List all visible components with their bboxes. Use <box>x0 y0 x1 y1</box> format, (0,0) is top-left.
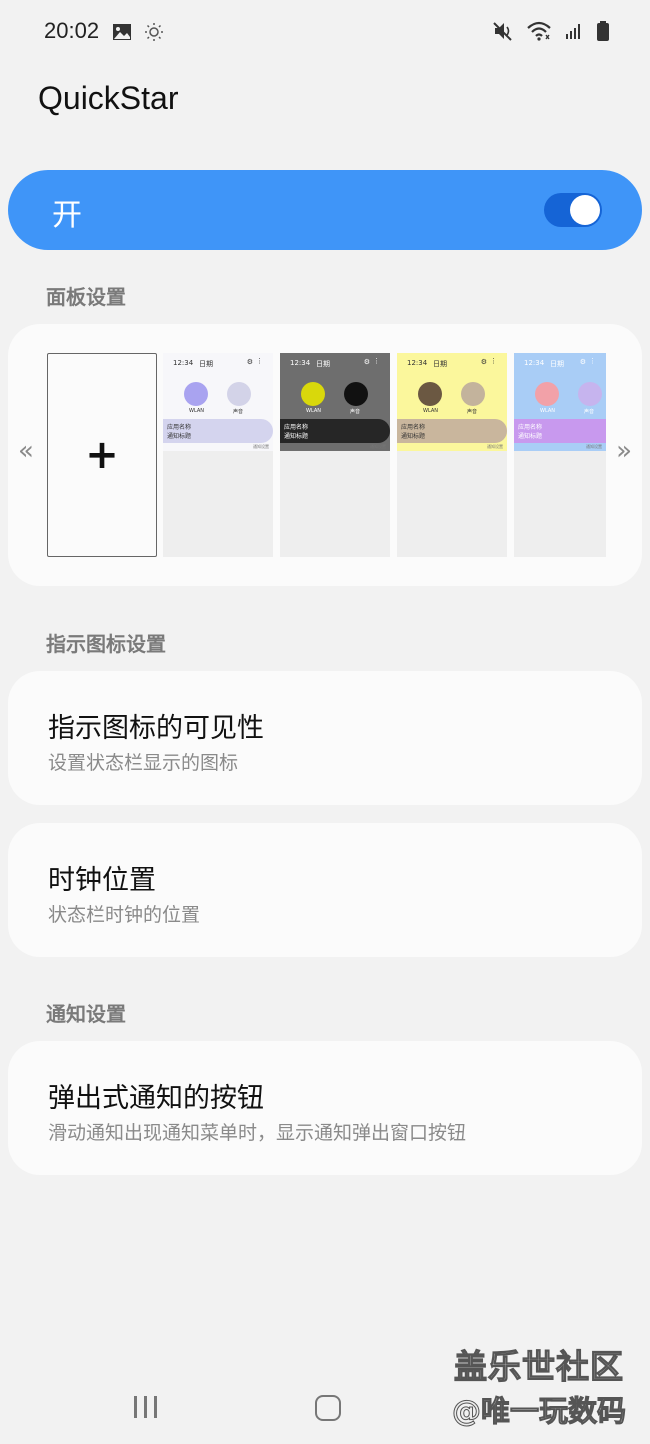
chevron-left-icon[interactable]: « <box>18 436 34 466</box>
mute-icon <box>493 22 512 41</box>
gear-icon: ⚙ <box>246 358 253 366</box>
wifi-icon <box>184 382 208 406</box>
sound-label: 声音 <box>467 409 478 415</box>
app-title: QuickStar <box>38 80 179 116</box>
notif-app-name: 应用名称 <box>167 424 192 431</box>
add-theme-button[interactable]: + <box>47 353 157 557</box>
theme-time: 12:34 <box>290 359 311 367</box>
section-header-panel: 面板设置 <box>46 285 126 309</box>
volume-icon <box>227 382 251 406</box>
theme-option[interactable]: 12:34 日期 ⚙ ⋮ WLAN 声音应用名称通知标题通知设置 <box>280 353 390 557</box>
theme-time: 12:34 <box>173 359 194 367</box>
section-header-indicator: 指示图标设置 <box>46 632 166 656</box>
notif-settings-label: 通知设置 <box>487 444 503 449</box>
item-title: 弹出式通知的按钮 <box>48 1083 264 1114</box>
status-right-icons <box>492 20 610 42</box>
sound-label: 声音 <box>233 409 244 415</box>
theme-preview: 12:34 日期 ⚙ ⋮ WLAN 声音应用名称通知标题通知设置 <box>397 353 507 451</box>
list-item-popup-button[interactable]: 弹出式通知的按钮 滑动通知出现通知菜单时，显示通知弹出窗口按钮 <box>8 1041 642 1175</box>
theme-time: 12:34 <box>524 359 545 367</box>
notif-app-name: 应用名称 <box>284 424 309 431</box>
wifi-icon <box>527 21 551 41</box>
master-toggle[interactable] <box>544 193 602 227</box>
master-switch-bar[interactable]: 开 <box>8 170 642 250</box>
sound-label: 声音 <box>350 409 361 415</box>
more-icon: ⋮ <box>589 357 596 365</box>
section-header-notification: 通知设置 <box>46 1002 126 1026</box>
item-title: 指示图标的可见性 <box>48 713 264 744</box>
notif-settings-label: 通知设置 <box>253 444 269 449</box>
watermark-line2: @唯一玩数码 <box>451 1394 627 1429</box>
item-subtitle: 设置状态栏显示的图标 <box>48 752 239 774</box>
chevron-right-icon[interactable]: » <box>616 436 632 466</box>
notif-title: 通知标题 <box>518 433 543 440</box>
volume-icon <box>578 382 602 406</box>
home-icon[interactable] <box>315 1395 341 1421</box>
wifi-icon <box>301 382 325 406</box>
panel-theme-card: « + 12:34 日期 ⚙ ⋮ WLAN 声音 应用名称 通知标题 通知设置 12:34 日期 ⚙ ⋮… <box>8 324 642 586</box>
notification-preview: 应用名称 通知标题 <box>397 419 507 443</box>
gear-icon: ⚙ <box>363 358 370 366</box>
gear-icon: ⚙ <box>579 358 586 366</box>
toggle-knob <box>570 195 600 225</box>
theme-preview: 12:34 日期 ⚙ ⋮ WLAN 声音应用名称通知标题通知设置 <box>163 353 273 451</box>
theme-date: 日期 <box>316 360 330 368</box>
volume-icon <box>461 382 485 406</box>
theme-preview: 12:34 日期 ⚙ ⋮ WLAN 声音应用名称通知标题通知设置 <box>514 353 606 451</box>
signal-icon <box>566 24 580 39</box>
recents-icon[interactable] <box>134 1396 157 1418</box>
wifi-label: WLAN <box>306 408 322 414</box>
notif-title: 通知标题 <box>401 433 426 440</box>
item-subtitle: 状态栏时钟的位置 <box>48 904 201 926</box>
theme-time: 12:34 <box>407 359 428 367</box>
notification-preview: 应用名称 通知标题 <box>514 419 606 443</box>
wifi-label: WLAN <box>423 408 439 414</box>
battery-icon <box>597 21 609 41</box>
list-item-clock-position[interactable]: 时钟位置 状态栏时钟的位置 <box>8 823 642 957</box>
notif-settings-label: 通知设置 <box>370 444 386 449</box>
notif-app-name: 应用名称 <box>518 424 543 431</box>
more-icon: ⋮ <box>373 357 380 365</box>
brightness-icon <box>145 23 163 41</box>
theme-date: 日期 <box>433 360 447 368</box>
notif-title: 通知标题 <box>167 433 192 440</box>
wifi-label: WLAN <box>189 408 205 414</box>
theme-option[interactable]: 12:34 日期 ⚙ ⋮ WLAN 声音应用名称通知标题通知设置 <box>397 353 507 557</box>
volume-icon <box>344 382 368 406</box>
theme-option[interactable]: 12:34 日期 ⚙ ⋮ WLAN 声音应用名称通知标题通知设置 <box>163 353 273 557</box>
image-icon <box>113 24 131 40</box>
notification-preview: 应用名称 通知标题 <box>280 419 390 443</box>
notif-title: 通知标题 <box>284 433 309 440</box>
notification-preview: 应用名称 通知标题 <box>163 419 273 443</box>
theme-date: 日期 <box>550 360 564 368</box>
status-time: 20:02 <box>44 18 100 43</box>
wifi-icon <box>418 382 442 406</box>
more-icon: ⋮ <box>490 357 497 365</box>
gear-icon: ⚙ <box>480 358 487 366</box>
master-switch-label: 开 <box>52 198 82 233</box>
more-icon: ⋮ <box>256 357 263 365</box>
watermark-line1: 盖乐世社区 <box>453 1346 624 1386</box>
item-title: 时钟位置 <box>48 865 156 896</box>
wifi-label: WLAN <box>540 408 556 414</box>
notif-app-name: 应用名称 <box>401 424 426 431</box>
status-left-icons <box>112 22 164 42</box>
theme-preview: 12:34 日期 ⚙ ⋮ WLAN 声音应用名称通知标题通知设置 <box>280 353 390 451</box>
theme-date: 日期 <box>199 360 213 368</box>
sound-label: 声音 <box>584 409 595 415</box>
list-item-indicator-visibility[interactable]: 指示图标的可见性 设置状态栏显示的图标 <box>8 671 642 805</box>
notif-settings-label: 通知设置 <box>586 444 602 449</box>
theme-option[interactable]: 12:34 日期 ⚙ ⋮ WLAN 声音应用名称通知标题通知设置 <box>514 353 606 557</box>
item-subtitle: 滑动通知出现通知菜单时，显示通知弹出窗口按钮 <box>48 1122 467 1144</box>
wifi-icon <box>535 382 559 406</box>
